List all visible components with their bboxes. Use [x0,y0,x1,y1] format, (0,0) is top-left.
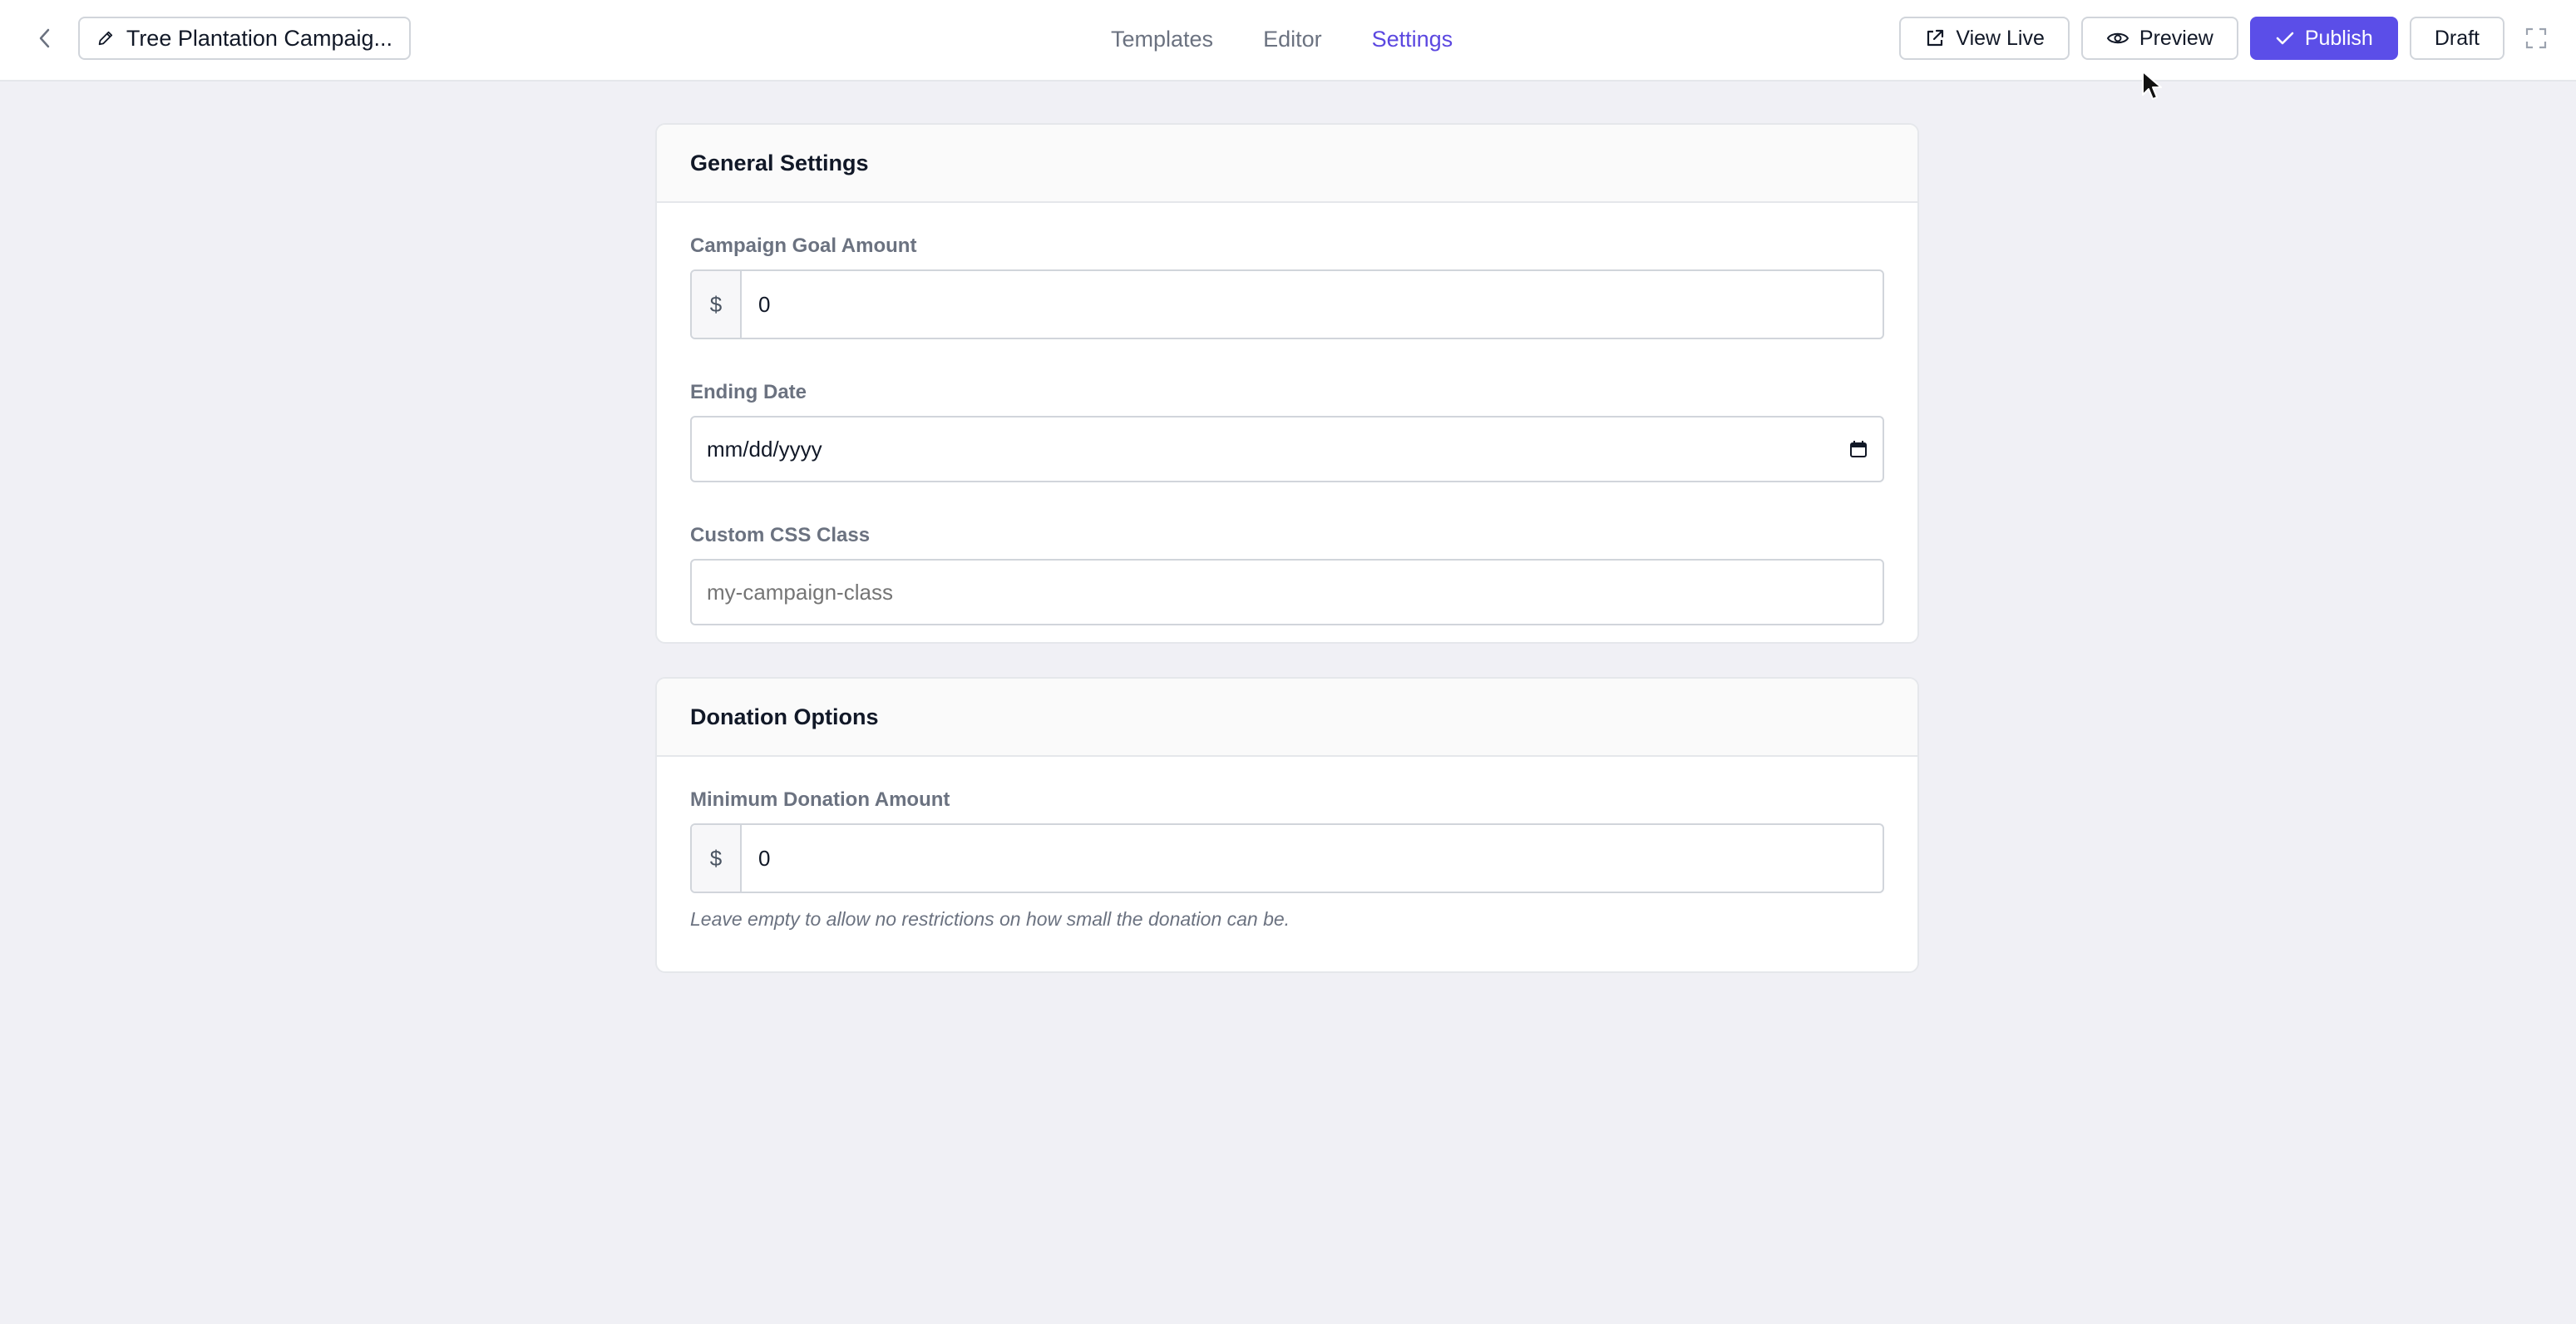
check-icon [2276,32,2294,45]
view-live-label: View Live [1956,26,2045,50]
expand-icon [2525,27,2547,49]
fullscreen-button[interactable] [2521,23,2551,53]
donation-options-card: Donation Options Minimum Donation Amount… [655,677,1919,973]
back-button[interactable] [30,22,60,55]
campaign-title-button[interactable]: Tree Plantation Campaig... [78,17,411,60]
ending-date-placeholder: mm/dd/yyyy [707,436,822,462]
min-donation-label: Minimum Donation Amount [690,788,950,811]
preview-button[interactable]: Preview [2080,17,2238,60]
ending-date-label: Ending Date [690,381,807,403]
main-tabs: Templates Editor Settings [1111,0,1453,78]
draft-label: Draft [2434,26,2480,50]
goal-amount-field: $ [690,269,1884,339]
preview-label: Preview [2139,26,2213,50]
tab-settings[interactable]: Settings [1372,27,1453,52]
currency-addon: $ [692,825,742,892]
css-class-field [690,559,1884,625]
min-donation-help: Leave empty to allow no restrictions on … [690,908,1290,930]
css-class-label: Custom CSS Class [690,524,871,546]
css-class-input[interactable] [692,579,1868,605]
pencil-icon [98,31,113,46]
tab-templates[interactable]: Templates [1111,27,1213,52]
goal-amount-input[interactable] [742,271,1883,338]
goal-amount-label: Campaign Goal Amount [690,235,917,257]
publish-label: Publish [2304,26,2373,50]
calendar-icon[interactable] [1849,440,1868,458]
general-settings-title: General Settings [657,125,1917,203]
currency-addon: $ [692,271,742,338]
view-live-button[interactable]: View Live [1899,17,2070,60]
external-link-icon [1927,29,1944,47]
min-donation-input[interactable] [742,825,1883,892]
publish-button[interactable]: Publish [2249,17,2398,60]
eye-icon [2106,32,2129,44]
general-settings-card: General Settings Campaign Goal Amount $ … [655,123,1919,644]
draft-button[interactable]: Draft [2409,17,2504,60]
mouse-cursor-icon [2142,71,2162,100]
top-bar: Tree Plantation Campaig... Templates Edi… [0,0,2576,82]
tab-editor[interactable]: Editor [1263,27,1322,52]
donation-options-title: Donation Options [657,679,1917,757]
ending-date-input[interactable]: mm/dd/yyyy [690,416,1884,482]
header-actions: View Live Preview Publish Draft [1899,17,2504,60]
min-donation-field: $ [690,823,1884,893]
campaign-title: Tree Plantation Campaig... [126,25,392,51]
chevron-left-icon [39,28,50,48]
